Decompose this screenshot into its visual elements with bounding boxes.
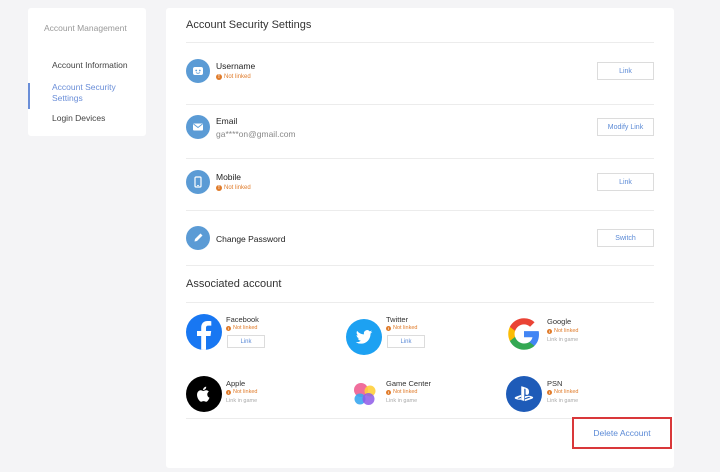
twitter-name: Twitter	[386, 315, 409, 324]
apple-logo-icon	[186, 376, 222, 412]
warning-icon: !	[216, 185, 222, 191]
divider	[186, 104, 654, 105]
sidebar-active-indicator	[28, 83, 30, 109]
facebook-logo-icon	[186, 314, 222, 350]
twitter-status: ! Not linked	[386, 325, 417, 331]
sidebar-item-account-security-settings[interactable]: Account Security Settings	[52, 82, 138, 104]
email-value: ga****on@gmail.com	[216, 129, 296, 139]
warning-icon: !	[386, 325, 391, 331]
username-label: Username	[216, 61, 256, 71]
warning-icon: !	[547, 328, 552, 334]
warning-icon: !	[226, 325, 231, 331]
security-title: Account Security Settings	[186, 19, 312, 31]
twitter-link-button[interactable]: Link	[387, 335, 425, 348]
divider	[186, 42, 654, 43]
divider	[186, 302, 654, 303]
facebook-link-button[interactable]: Link	[227, 335, 265, 348]
email-icon	[186, 115, 210, 139]
apple-link-in-game: Link in game	[226, 398, 258, 404]
facebook-status: ! Not linked	[226, 325, 257, 331]
username-status-text: Not linked	[224, 74, 251, 80]
facebook-status-text: Not linked	[233, 325, 258, 331]
mobile-icon	[186, 170, 210, 194]
mobile-status: ! Not linked	[216, 185, 251, 191]
psn-link-in-game: Link in game	[547, 398, 579, 404]
mobile-link-button[interactable]: Link	[597, 173, 654, 191]
google-status-text: Not linked	[554, 328, 579, 334]
google-status: ! Not linked	[547, 328, 578, 334]
divider	[186, 158, 654, 159]
warning-icon: !	[386, 389, 391, 395]
psn-name: PSN	[547, 379, 563, 388]
game-center-logo-icon	[346, 376, 382, 412]
facebook-name: Facebook	[226, 315, 259, 324]
username-link-button[interactable]: Link	[597, 62, 654, 80]
divider	[186, 210, 654, 211]
game-center-status-text: Not linked	[393, 389, 418, 395]
game-center-name: Game Center	[386, 379, 432, 388]
playstation-logo-icon	[506, 376, 542, 412]
apple-status: ! Not linked	[226, 389, 257, 395]
warning-icon: !	[547, 389, 552, 395]
game-center-link-in-game: Link in game	[386, 398, 418, 404]
sidebar-item-login-devices[interactable]: Login Devices	[52, 113, 105, 124]
main-panel: Account Security Settings Username ! Not…	[166, 8, 674, 468]
change-password-switch-button[interactable]: Switch	[597, 229, 654, 247]
google-logo-icon	[506, 316, 542, 352]
delete-account-highlight: Delete Account	[572, 417, 672, 449]
google-link-in-game: Link in game	[547, 337, 579, 343]
divider	[186, 265, 654, 266]
sidebar-item-account-information[interactable]: Account Information	[52, 60, 128, 71]
psn-status-text: Not linked	[554, 389, 579, 395]
google-name: Google	[547, 317, 572, 326]
sidebar-header: Account Management	[44, 23, 127, 33]
email-modify-link-button[interactable]: Modify Link	[597, 118, 654, 136]
warning-icon: !	[226, 389, 231, 395]
username-icon	[186, 59, 210, 83]
pencil-icon	[186, 226, 210, 250]
associated-title: Associated account	[186, 278, 282, 290]
twitter-status-text: Not linked	[393, 325, 418, 331]
twitter-logo-icon	[346, 319, 382, 355]
psn-status: ! Not linked	[547, 389, 578, 395]
sidebar: Account Management Account Information A…	[28, 8, 146, 136]
mobile-status-text: Not linked	[224, 185, 251, 191]
mobile-label: Mobile	[216, 172, 242, 182]
game-center-status: ! Not linked	[386, 389, 417, 395]
delete-account-button[interactable]: Delete Account	[593, 428, 650, 438]
change-password-label: Change Password	[216, 234, 286, 244]
username-status: ! Not linked	[216, 74, 251, 80]
apple-status-text: Not linked	[233, 389, 258, 395]
apple-name: Apple	[226, 379, 246, 388]
warning-icon: !	[216, 74, 222, 80]
email-label: Email	[216, 116, 238, 126]
